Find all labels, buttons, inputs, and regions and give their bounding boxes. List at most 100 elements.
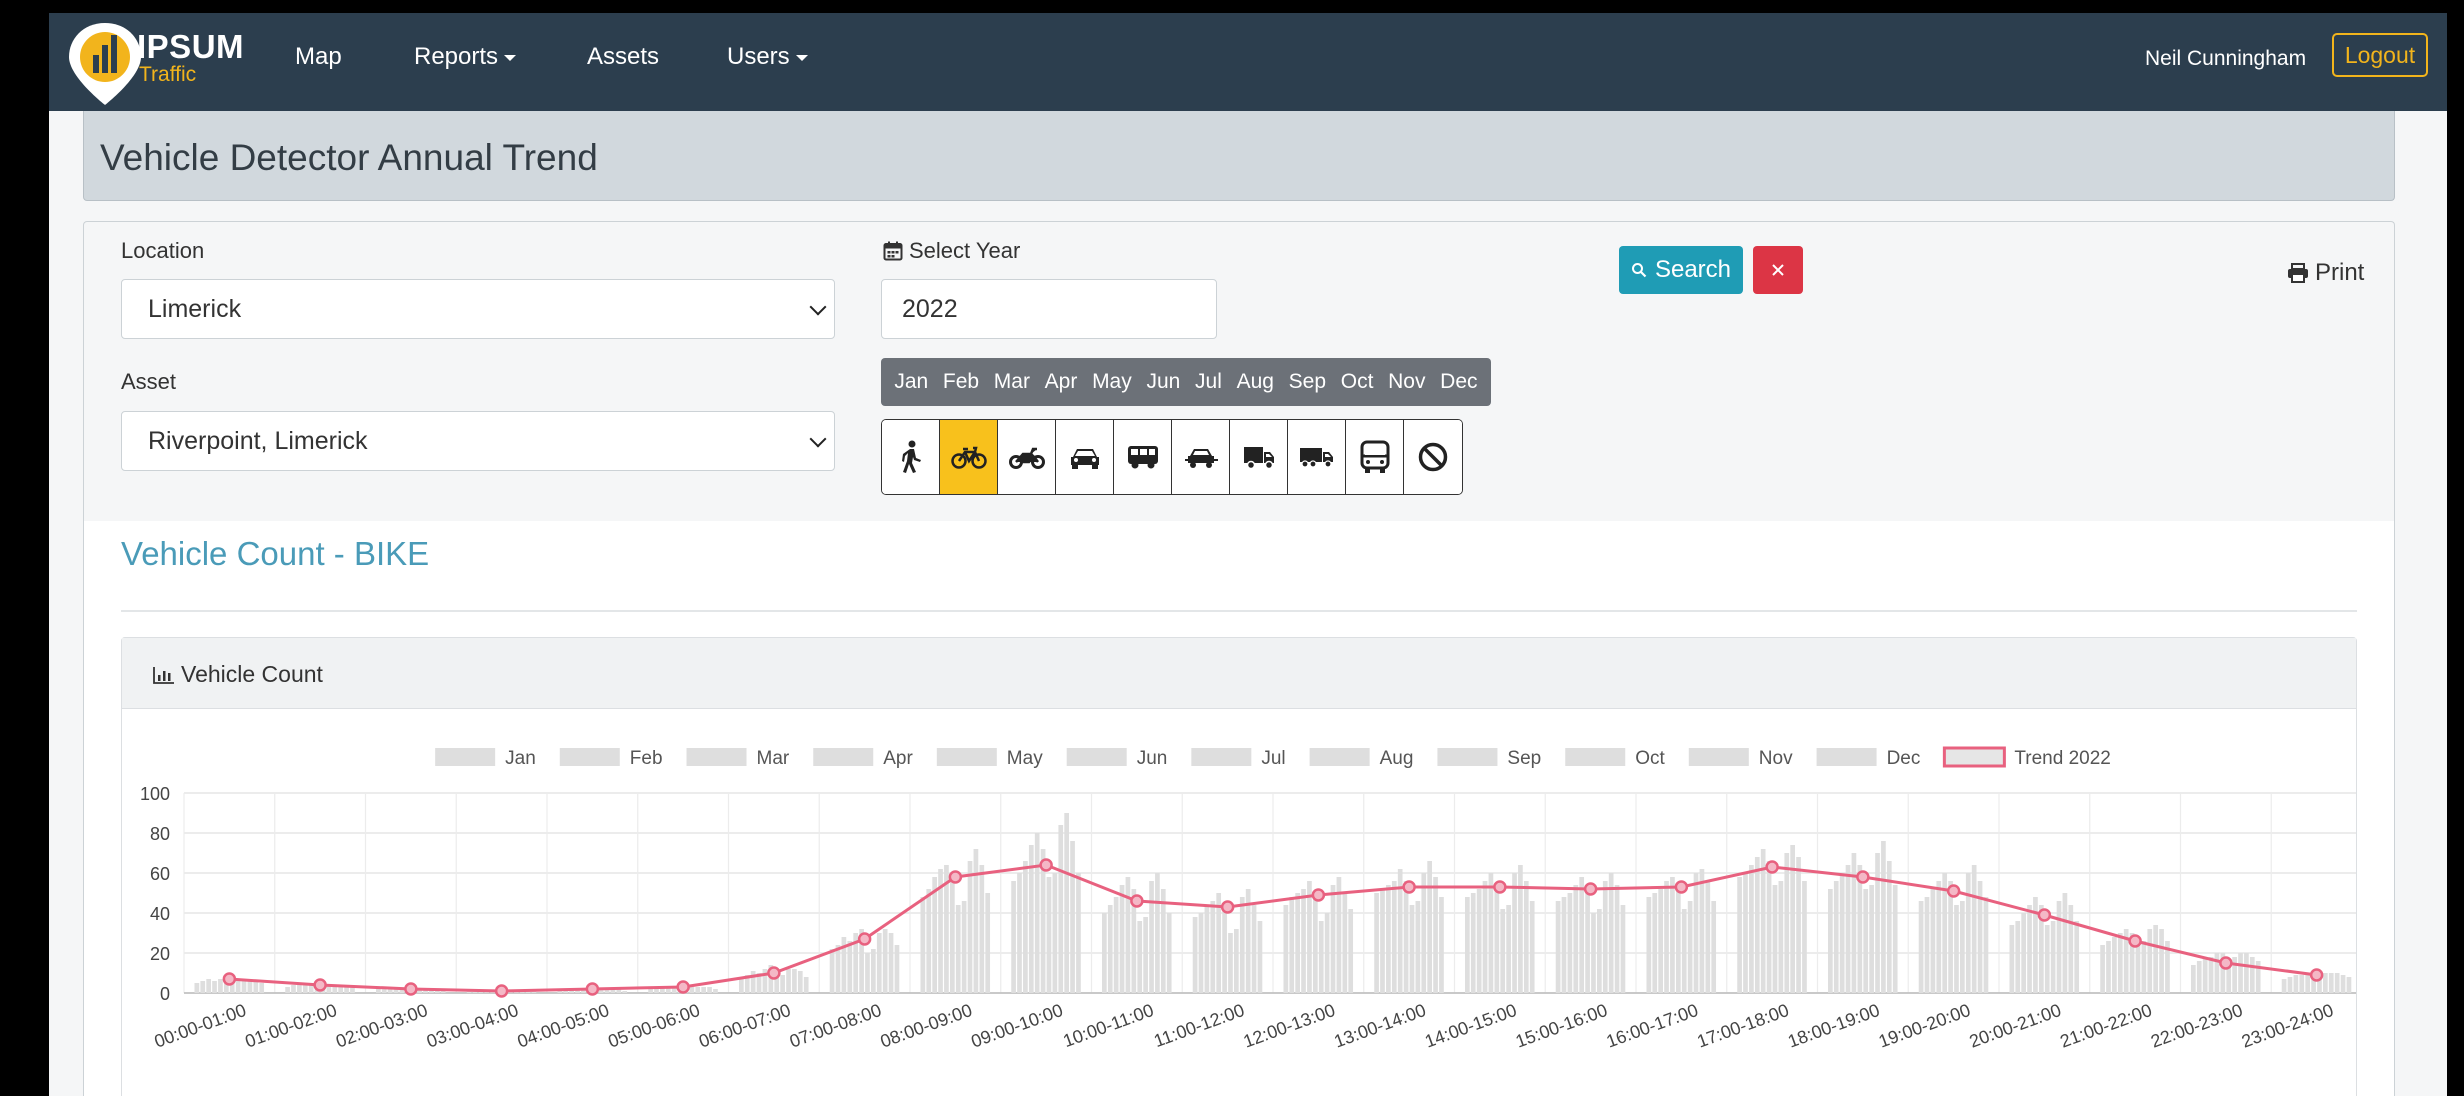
trend-point	[404, 982, 418, 996]
bar-oct	[1971, 865, 1977, 993]
x-tick-label: 01:00-02:00	[242, 1000, 339, 1052]
bar-sep	[1239, 897, 1245, 993]
vehicle-btn-bus[interactable]	[1346, 420, 1404, 494]
y-tick-label: 100	[140, 784, 170, 804]
y-tick-label: 60	[150, 864, 170, 884]
x-tick-label: 15:00-16:00	[1513, 1000, 1610, 1052]
bar-dec	[1711, 901, 1717, 993]
trend-point	[1946, 884, 1961, 898]
month-feb[interactable]: Feb	[943, 370, 979, 394]
bar-jul	[1591, 913, 1596, 993]
bar-apr	[1391, 881, 1397, 993]
nav-users[interactable]: Users	[727, 43, 808, 71]
bar-apr	[2117, 933, 2123, 993]
bar-jan	[557, 991, 563, 993]
month-mar[interactable]: Mar	[994, 370, 1030, 394]
car-trailer-icon	[1184, 449, 1218, 468]
legend-swatch-apr	[813, 748, 874, 766]
bar-mar	[1295, 893, 1300, 993]
asset-label: Asset	[121, 369, 177, 394]
legend-label: Apr	[883, 748, 913, 769]
printer-icon	[2288, 263, 2308, 283]
logout-button[interactable]: Logout	[2332, 33, 2428, 77]
location-label: Location	[121, 238, 205, 263]
bar-sep	[1784, 853, 1790, 993]
month-jan[interactable]: Jan	[894, 370, 928, 394]
bar-sep	[695, 987, 701, 993]
vehicle-btn-pedestrian[interactable]	[882, 420, 940, 494]
bar-jan	[1374, 893, 1379, 993]
legend-label: Mar	[757, 748, 790, 769]
bar-oct	[1064, 813, 1070, 993]
legend-swatch-trend	[1942, 746, 2006, 768]
bar-sep	[967, 861, 973, 993]
x-tick-label: 22:00-23:00	[2148, 1000, 2245, 1052]
bar-sep	[1693, 873, 1699, 993]
vehicle-btn-motorcycle[interactable]	[998, 420, 1056, 494]
vehicle-btn-van[interactable]	[1114, 420, 1172, 494]
vehicle-btn-bicycle[interactable]	[940, 420, 998, 494]
month-oct[interactable]: Oct	[1341, 370, 1374, 394]
bar-feb	[654, 989, 659, 993]
vehicle-type-selector	[881, 419, 1463, 495]
bar-jun	[1948, 881, 1953, 993]
legend-label: May	[1007, 748, 1043, 769]
month-aug[interactable]: Aug	[1237, 370, 1274, 394]
search-button[interactable]: Search	[1619, 246, 1743, 294]
vehicle-btn-none[interactable]	[1404, 420, 1462, 494]
bar-feb	[1289, 897, 1295, 993]
month-jul[interactable]: Jul	[1195, 370, 1222, 394]
bar-chart-icon	[153, 666, 174, 684]
nav-map[interactable]: Map	[295, 43, 342, 71]
asset-select[interactable]: Riverpoint, Limerick	[121, 411, 835, 471]
bar-nov	[707, 987, 712, 993]
location-select[interactable]: Limerick	[121, 279, 835, 339]
bar-jan	[829, 949, 835, 993]
month-nov[interactable]: Nov	[1388, 370, 1425, 394]
bar-feb	[2287, 977, 2293, 993]
bar-jan	[285, 987, 290, 993]
clear-button[interactable]	[1753, 246, 1803, 294]
print-button[interactable]: Print	[2287, 259, 2364, 287]
nav-assets[interactable]: Assets	[587, 43, 659, 71]
bar-oct	[1518, 865, 1523, 993]
vehicle-btn-large-truck[interactable]	[1288, 420, 1346, 494]
bar-jul	[1228, 933, 1233, 993]
y-tick-label: 20	[150, 944, 170, 964]
month-dec[interactable]: Dec	[1440, 370, 1477, 394]
bar-may	[1851, 853, 1857, 993]
bar-may	[1670, 877, 1675, 993]
x-tick-label: 02:00-03:00	[333, 1000, 430, 1052]
nav-users-label: Users	[727, 43, 790, 70]
ipsum-logo-icon[interactable]	[65, 19, 145, 109]
year-input[interactable]: 2022	[881, 279, 1217, 339]
bar-aug	[1778, 881, 1784, 993]
bar-oct	[2334, 973, 2340, 993]
month-may[interactable]: May	[1092, 370, 1132, 394]
x-tick-label: 03:00-04:00	[424, 1000, 521, 1052]
user-name: Neil Cunningham	[2145, 47, 2307, 70]
month-sep[interactable]: Sep	[1289, 370, 1326, 394]
bar-apr	[2208, 957, 2214, 993]
bar-dec	[1076, 873, 1081, 993]
bar-nov	[1705, 881, 1711, 993]
bar-mar	[1386, 885, 1391, 993]
nav-reports[interactable]: Reports	[414, 43, 517, 71]
bar-jun	[1403, 881, 1409, 993]
bar-feb	[835, 945, 841, 993]
bar-jun	[1585, 889, 1590, 993]
month-apr[interactable]: Apr	[1045, 370, 1078, 394]
bar-jul	[1772, 885, 1778, 993]
vehicle-btn-car[interactable]	[1056, 420, 1114, 494]
bar-jan	[376, 989, 381, 993]
legend-label: Jan	[505, 748, 536, 769]
bar-sep	[2056, 901, 2062, 993]
legend-label: Oct	[1635, 748, 1665, 769]
vehicle-btn-truck[interactable]	[1230, 420, 1288, 494]
search-icon	[1631, 263, 1647, 278]
bar-dec	[1802, 881, 1807, 993]
bar-jul	[1500, 909, 1506, 993]
month-jun[interactable]: Jun	[1146, 370, 1180, 394]
vehicle-btn-car-trailer[interactable]	[1172, 420, 1230, 494]
bar-may	[2305, 973, 2311, 993]
